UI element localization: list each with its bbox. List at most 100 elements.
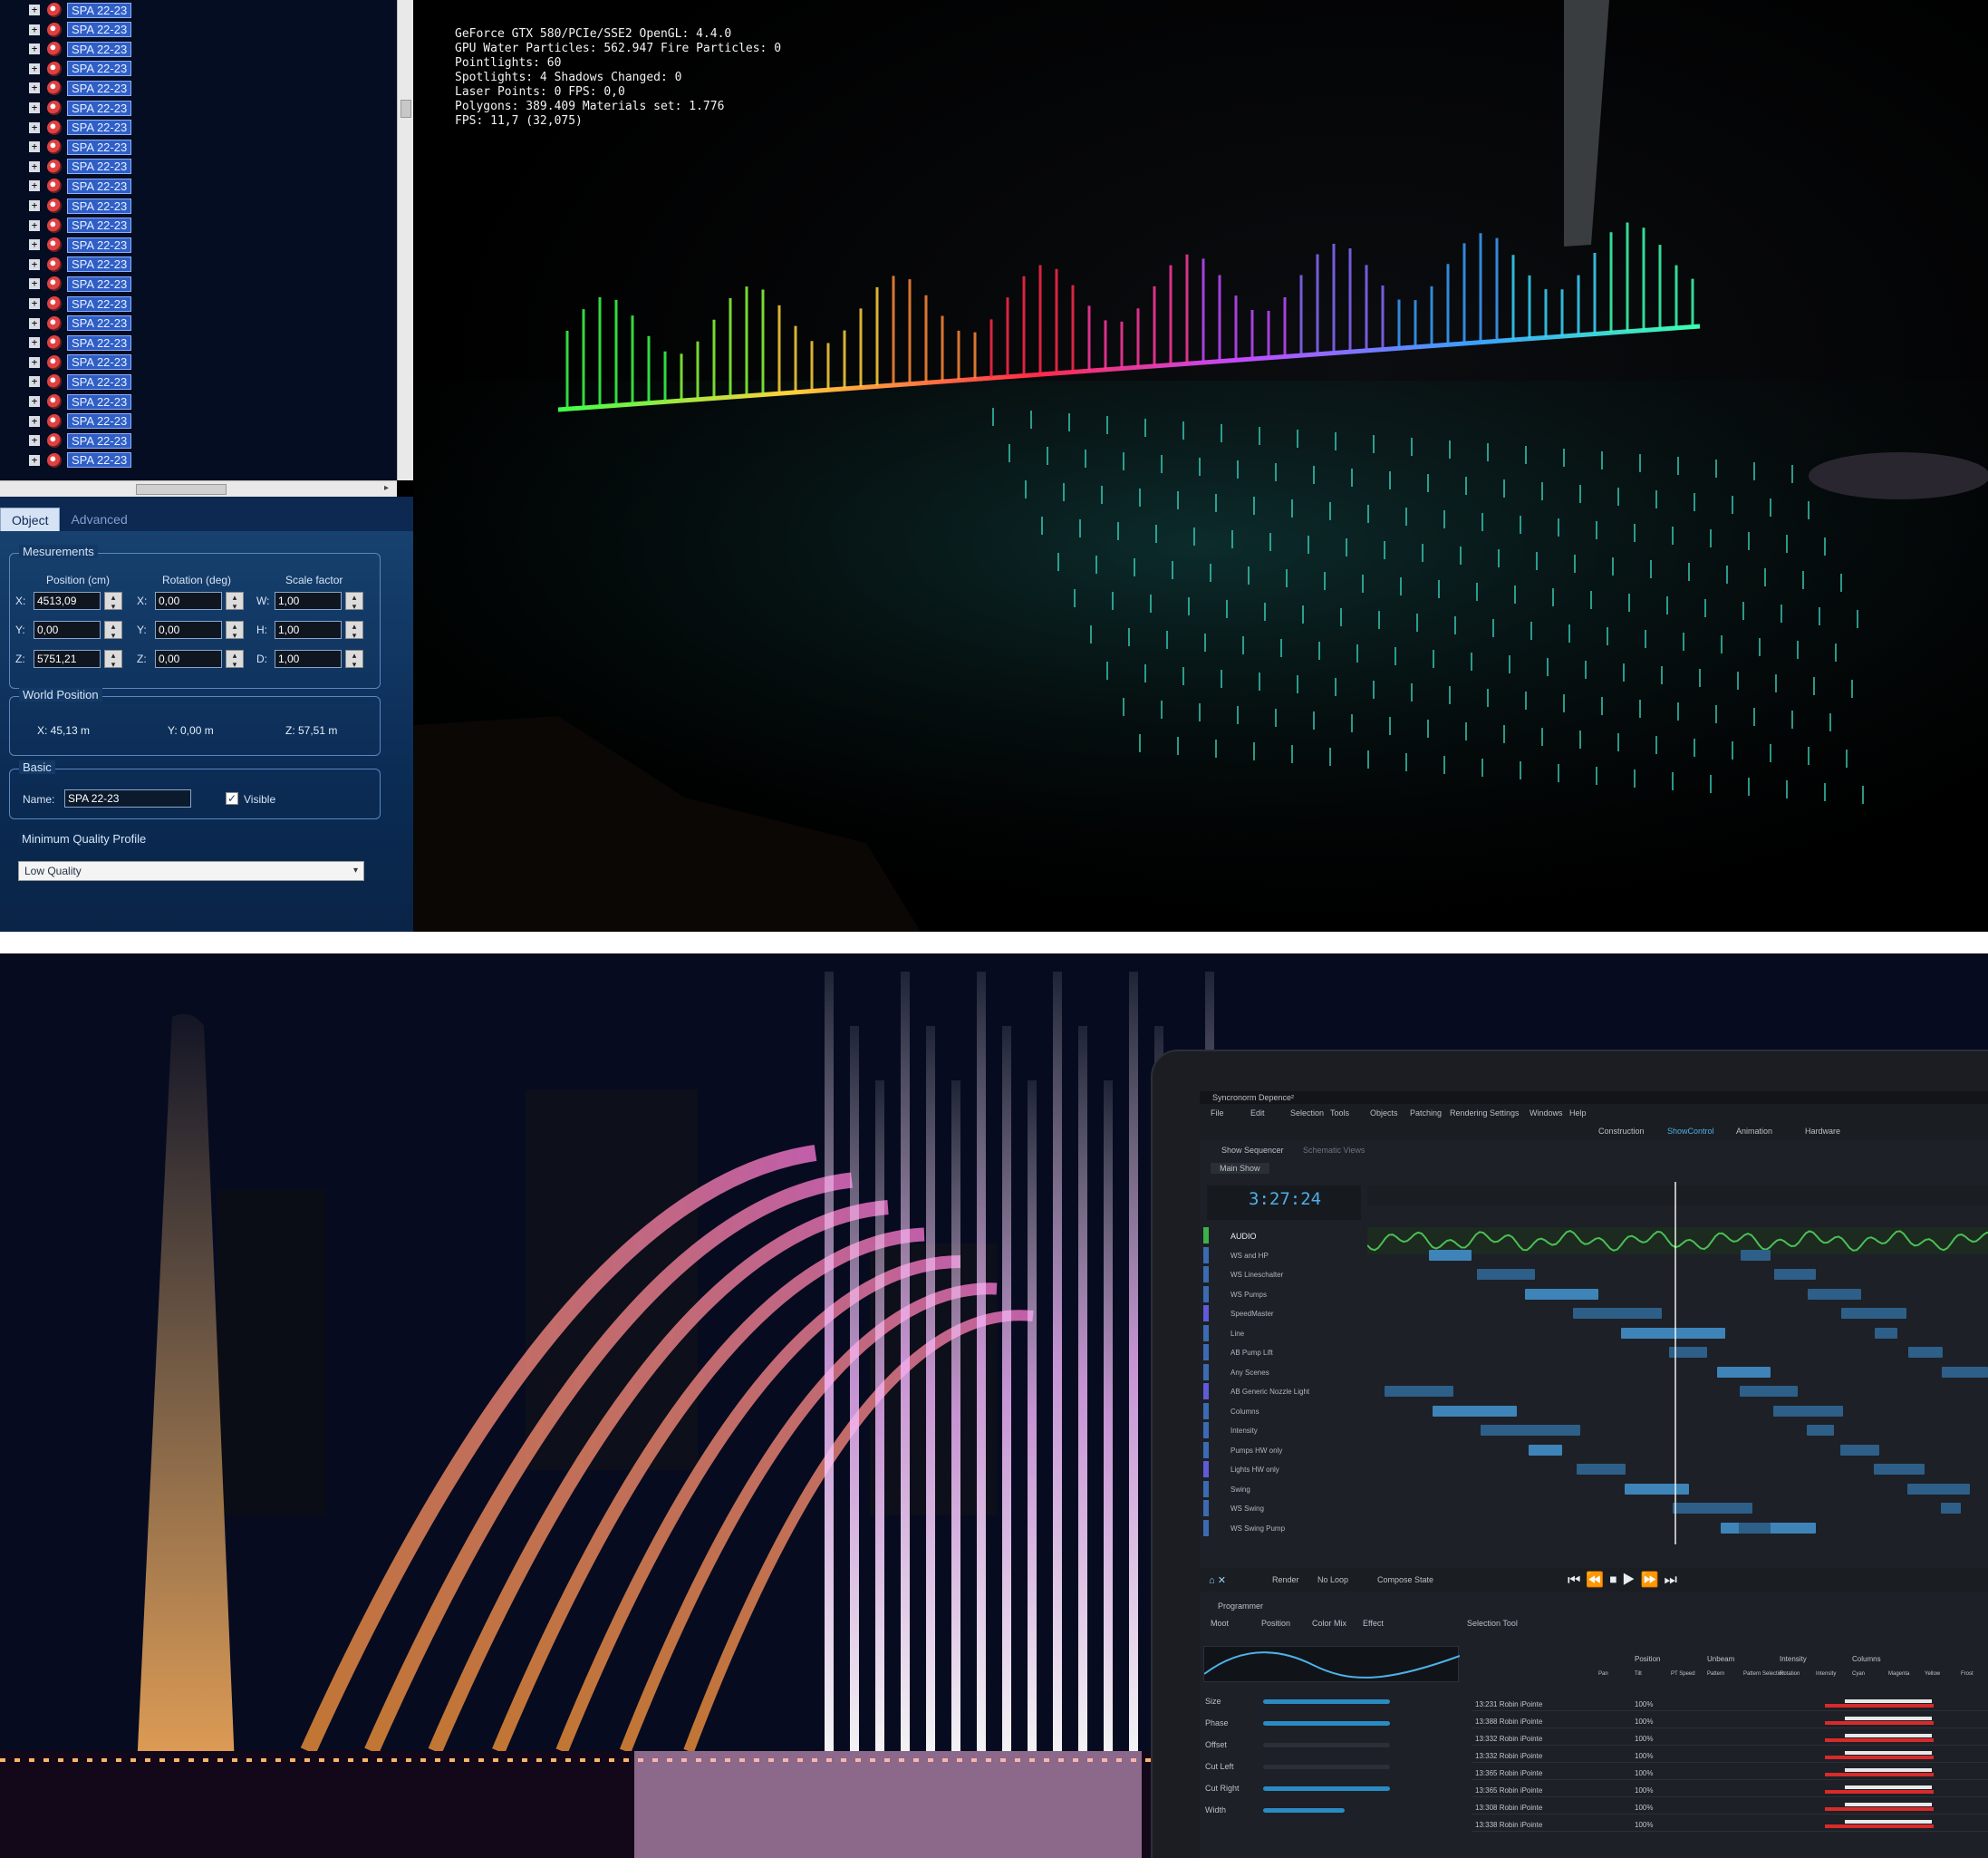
sequence-clip[interactable] xyxy=(1673,1503,1752,1514)
object-tree[interactable]: + SPA 22-23 + SPA 22-23 + SPA 22-23 + SPA 22-23… xyxy=(0,0,397,480)
track-header[interactable] xyxy=(1203,1363,1209,1380)
tab-object[interactable]: Object xyxy=(0,508,61,531)
rotation-field[interactable]: 0,00 xyxy=(155,650,222,668)
tree-item-label[interactable]: SPA 22-23 xyxy=(67,354,132,371)
sequencer-tab[interactable]: Schematic Views xyxy=(1303,1146,1365,1155)
scroll-right-arrow-icon[interactable]: ▸ xyxy=(384,483,389,493)
expand-plus-icon[interactable]: + xyxy=(29,219,40,231)
menu-item[interactable]: Tools xyxy=(1330,1108,1349,1118)
track-header[interactable] xyxy=(1203,1441,1209,1458)
tab-main-show[interactable]: Main Show xyxy=(1211,1163,1269,1174)
sequence-clip[interactable] xyxy=(1808,1288,1861,1300)
mode-tab[interactable]: Animation xyxy=(1736,1127,1772,1136)
track-name[interactable]: Swing xyxy=(1230,1485,1250,1494)
tree-item-label[interactable]: SPA 22-23 xyxy=(67,276,132,292)
track-header[interactable] xyxy=(1203,1324,1209,1341)
track-name[interactable]: Line xyxy=(1230,1330,1244,1338)
tree-item-label[interactable]: SPA 22-23 xyxy=(67,2,132,18)
sequence-clip[interactable] xyxy=(1621,1327,1725,1339)
expand-plus-icon[interactable]: + xyxy=(29,200,40,211)
tree-item[interactable]: + SPA 22-23 xyxy=(29,80,132,96)
sequence-clip[interactable] xyxy=(1717,1366,1771,1378)
sequence-clip[interactable] xyxy=(1385,1386,1453,1397)
expand-plus-icon[interactable]: + xyxy=(29,396,40,407)
track-header[interactable] xyxy=(1203,1344,1209,1360)
menu-item[interactable]: Rendering xyxy=(1450,1108,1488,1118)
tree-item[interactable]: + SPA 22-23 xyxy=(29,393,132,410)
tree-item-label[interactable]: SPA 22-23 xyxy=(67,218,132,234)
tree-item[interactable]: + SPA 22-23 xyxy=(29,22,132,38)
sequence-clip[interactable] xyxy=(1941,1503,1961,1514)
spinner-arrows-icon[interactable]: ▴ ▾ xyxy=(104,621,122,640)
visible-checkbox[interactable]: ✓ xyxy=(226,792,238,805)
position-field[interactable]: 4513,09 xyxy=(34,592,101,610)
sequence-clip[interactable] xyxy=(1429,1249,1472,1261)
track-header[interactable] xyxy=(1203,1246,1209,1263)
sequence-clip[interactable] xyxy=(1477,1269,1535,1280)
scroll-thumb[interactable] xyxy=(136,484,227,495)
tree-item[interactable]: + SPA 22-23 xyxy=(29,276,132,292)
expand-plus-icon[interactable]: + xyxy=(29,180,40,192)
track-header[interactable] xyxy=(1203,1480,1209,1497)
tree-item[interactable]: + SPA 22-23 xyxy=(29,61,132,77)
spinner-arrows-icon[interactable]: ▴ ▾ xyxy=(345,621,363,640)
sequence-clip[interactable] xyxy=(1481,1425,1580,1436)
sequence-clip[interactable] xyxy=(1577,1464,1626,1475)
compose-state-button[interactable]: Compose State xyxy=(1377,1575,1433,1584)
expand-plus-icon[interactable]: + xyxy=(29,298,40,309)
expand-plus-icon[interactable]: + xyxy=(29,82,40,94)
rotation-field[interactable]: 0,00 xyxy=(155,621,222,639)
track-header[interactable] xyxy=(1203,1422,1209,1438)
tree-item-label[interactable]: SPA 22-23 xyxy=(67,237,132,253)
tree-item[interactable]: + SPA 22-23 xyxy=(29,159,132,175)
sequence-clip[interactable] xyxy=(1741,1249,1771,1261)
track-header[interactable] xyxy=(1203,1227,1209,1244)
track-name[interactable]: Lights HW only xyxy=(1230,1466,1279,1474)
tree-item-label[interactable]: SPA 22-23 xyxy=(67,295,132,312)
expand-plus-icon[interactable]: + xyxy=(29,102,40,113)
render-button[interactable]: Render xyxy=(1272,1575,1299,1584)
tab-advanced[interactable]: Advanced xyxy=(60,508,138,531)
sequence-clip[interactable] xyxy=(1529,1444,1562,1456)
playhead[interactable] xyxy=(1674,1182,1676,1544)
timeline-ruler[interactable] xyxy=(1367,1185,1988,1205)
tree-item[interactable]: + SPA 22-23 xyxy=(29,100,132,116)
tree-item[interactable]: + SPA 22-23 xyxy=(29,354,132,371)
tree-vertical-scrollbar[interactable] xyxy=(397,0,413,480)
3d-viewport[interactable]: GeForce GTX 580/PCIe/SSE2 OpenGL: 4.4.0 G… xyxy=(413,0,1988,932)
tree-item-label[interactable]: SPA 22-23 xyxy=(67,413,132,430)
menu-item[interactable]: Selection xyxy=(1290,1108,1324,1118)
mode-tab[interactable]: ShowControl xyxy=(1667,1127,1714,1136)
tree-item-label[interactable]: SPA 22-23 xyxy=(67,61,132,77)
track-name[interactable]: AB Pump Lift xyxy=(1230,1349,1273,1357)
track-name[interactable]: WS Swing xyxy=(1230,1505,1264,1513)
track-name[interactable]: Any Scenes xyxy=(1230,1369,1269,1377)
sequence-clip[interactable] xyxy=(1739,1522,1771,1534)
sequence-clip[interactable] xyxy=(1942,1366,1988,1378)
sequence-clip[interactable] xyxy=(1433,1405,1517,1417)
tree-item[interactable]: + SPA 22-23 xyxy=(29,178,132,194)
tree-item[interactable]: + SPA 22-23 xyxy=(29,2,132,18)
tree-item[interactable]: + SPA 22-23 xyxy=(29,315,132,332)
expand-plus-icon[interactable]: + xyxy=(29,63,40,74)
track-header[interactable] xyxy=(1203,1519,1209,1536)
tree-item[interactable]: + SPA 22-23 xyxy=(29,334,132,351)
tree-item-label[interactable]: SPA 22-23 xyxy=(67,178,132,194)
track-header[interactable] xyxy=(1203,1461,1209,1477)
tree-item[interactable]: + SPA 22-23 xyxy=(29,452,132,469)
effect-param-slider[interactable] xyxy=(1263,1808,1345,1813)
tree-item-label[interactable]: SPA 22-23 xyxy=(67,432,132,449)
spinner-arrows-icon[interactable]: ▴ ▾ xyxy=(226,650,244,669)
sequencer-tab[interactable]: Show Sequencer xyxy=(1221,1146,1284,1155)
laptop-screen[interactable]: Syncronorm Depence² File Edit Selection Too… xyxy=(1200,1091,1988,1858)
selection-tool-dropdown[interactable]: Selection Tool xyxy=(1467,1619,1518,1628)
track-header[interactable] xyxy=(1203,1383,1209,1399)
menu-item[interactable]: File xyxy=(1211,1108,1224,1118)
sequence-clip[interactable] xyxy=(1908,1347,1943,1358)
scale-field[interactable]: 1,00 xyxy=(275,621,342,639)
tree-item[interactable]: + SPA 22-23 xyxy=(29,41,132,57)
position-field[interactable]: 0,00 xyxy=(34,621,101,639)
expand-plus-icon[interactable]: + xyxy=(29,356,40,368)
effect-param-slider[interactable] xyxy=(1263,1721,1390,1726)
tree-item-label[interactable]: SPA 22-23 xyxy=(67,198,132,214)
